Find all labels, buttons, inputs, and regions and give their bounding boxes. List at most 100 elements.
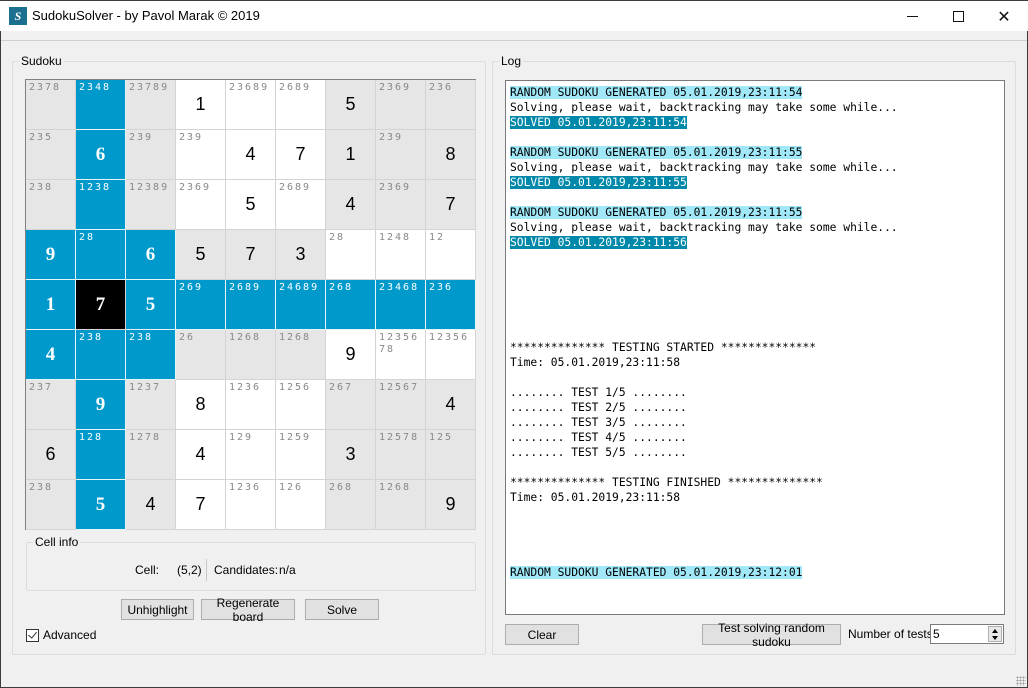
sudoku-cell[interactable]: 4 (26, 330, 76, 380)
sudoku-cell[interactable]: 8 (426, 130, 476, 180)
sudoku-cell[interactable]: 23789 (126, 80, 176, 130)
sudoku-cell[interactable]: 268 (326, 480, 376, 530)
sudoku-cell[interactable]: 6 (126, 230, 176, 280)
sudoku-cell[interactable]: 238 (126, 330, 176, 380)
spin-down-icon[interactable] (992, 636, 998, 640)
sudoku-cell[interactable]: 1256 (276, 380, 326, 430)
sudoku-cell[interactable]: 7 (426, 180, 476, 230)
spin-up-icon[interactable] (992, 629, 998, 633)
sudoku-cell[interactable]: 9 (326, 330, 376, 380)
cell-candidates: 268 (329, 482, 354, 493)
sudoku-cell[interactable]: 12389 (126, 180, 176, 230)
sudoku-cell[interactable]: 6 (76, 130, 126, 180)
maximize-button[interactable] (935, 1, 981, 32)
sudoku-cell[interactable]: 9 (76, 380, 126, 430)
advanced-checkbox[interactable] (26, 628, 39, 642)
sudoku-cell[interactable]: 2689 (226, 280, 276, 330)
sudoku-cell[interactable]: 1268 (376, 480, 426, 530)
sudoku-cell[interactable]: 239 (126, 130, 176, 180)
sudoku-cell[interactable]: 1 (326, 130, 376, 180)
sudoku-cell[interactable]: 239 (176, 130, 226, 180)
sudoku-cell[interactable]: 1 (176, 80, 226, 130)
sudoku-cell[interactable]: 2348 (76, 80, 126, 130)
sudoku-cell[interactable]: 5 (176, 230, 226, 280)
sudoku-cell[interactable]: 23689 (226, 80, 276, 130)
sudoku-cell[interactable]: 238 (26, 480, 76, 530)
clear-log-button[interactable]: Clear (505, 624, 579, 645)
sudoku-cell[interactable]: 1 (26, 280, 76, 330)
sudoku-cell[interactable]: 238 (26, 180, 76, 230)
sudoku-cell[interactable]: 268 (326, 280, 376, 330)
regenerate-board-button[interactable]: Regenerate board (201, 596, 295, 624)
close-button[interactable]: ✕ (981, 1, 1027, 32)
solve-button[interactable]: Solve (305, 599, 379, 620)
number-of-tests-spinbox[interactable] (930, 624, 1004, 644)
sudoku-cell[interactable]: 3 (276, 230, 326, 280)
sudoku-cell[interactable]: 28 (326, 230, 376, 280)
sudoku-cell[interactable]: 125 (426, 430, 476, 480)
sudoku-cell[interactable]: 238 (76, 330, 126, 380)
sudoku-cell[interactable]: 3 (326, 430, 376, 480)
sudoku-cell[interactable]: 2369 (376, 180, 426, 230)
sudoku-cell[interactable]: 28 (76, 230, 126, 280)
log-line: Solving, please wait, backtracking may t… (510, 100, 1000, 115)
sudoku-cell[interactable]: 4 (326, 180, 376, 230)
sudoku-cell[interactable]: 23468 (376, 280, 426, 330)
sudoku-cell[interactable]: 4 (226, 130, 276, 180)
sudoku-cell[interactable]: 9 (26, 230, 76, 280)
sudoku-cell[interactable]: 1238 (76, 180, 126, 230)
sudoku-cell[interactable]: 1236 (226, 480, 276, 530)
sudoku-cell[interactable]: 4 (426, 380, 476, 430)
log-textarea[interactable]: RANDOM SUDOKU GENERATED 05.01.2019,23:11… (505, 80, 1005, 615)
sudoku-cell[interactable]: 5 (326, 80, 376, 130)
sudoku-cell[interactable]: 1237 (126, 380, 176, 430)
sudoku-cell[interactable]: 12 (426, 230, 476, 280)
sudoku-cell[interactable]: 239 (376, 130, 426, 180)
sudoku-cell[interactable]: 5 (226, 180, 276, 230)
sudoku-cell[interactable]: 12356 (426, 330, 476, 380)
sudoku-cell[interactable]: 1236 (226, 380, 276, 430)
sudoku-cell[interactable]: 26 (176, 330, 226, 380)
sudoku-cell[interactable]: 4 (126, 480, 176, 530)
sudoku-cell[interactable]: 4 (176, 430, 226, 480)
minimize-button[interactable] (889, 1, 935, 32)
sudoku-cell[interactable]: 236 (426, 280, 476, 330)
advanced-label[interactable]: Advanced (43, 628, 96, 642)
sudoku-cell[interactable]: 2689 (276, 80, 326, 130)
sudoku-cell[interactable]: 2369 (376, 80, 426, 130)
sudoku-cell[interactable]: 126 (276, 480, 326, 530)
sudoku-cell[interactable]: 5 (76, 480, 126, 530)
sudoku-cell[interactable]: 24689 (276, 280, 326, 330)
test-solving-button[interactable]: Test solving random sudoku (702, 621, 841, 649)
unhighlight-button[interactable]: Unhighlight (121, 599, 194, 620)
sudoku-cell[interactable]: 2689 (276, 180, 326, 230)
number-of-tests-input[interactable] (933, 627, 983, 641)
sudoku-cell[interactable]: 8 (176, 380, 226, 430)
sudoku-cell[interactable]: 6 (26, 430, 76, 480)
sudoku-cell[interactable]: 5 (126, 280, 176, 330)
sudoku-cell[interactable]: 237 (26, 380, 76, 430)
sudoku-cell[interactable]: 236 (426, 80, 476, 130)
resize-grip-icon[interactable] (1016, 676, 1026, 686)
sudoku-cell[interactable]: 1235678 (376, 330, 426, 380)
sudoku-cell[interactable]: 1248 (376, 230, 426, 280)
sudoku-cell[interactable]: 7 (176, 480, 226, 530)
sudoku-cell[interactable]: 1268 (276, 330, 326, 380)
sudoku-cell[interactable]: 1268 (226, 330, 276, 380)
sudoku-cell[interactable]: 2369 (176, 180, 226, 230)
sudoku-cell[interactable]: 7 (76, 280, 126, 330)
sudoku-cell[interactable]: 7 (276, 130, 326, 180)
sudoku-cell[interactable]: 1259 (276, 430, 326, 480)
sudoku-cell[interactable]: 12567 (376, 380, 426, 430)
sudoku-cell[interactable]: 129 (226, 430, 276, 480)
sudoku-cell[interactable]: 1278 (126, 430, 176, 480)
sudoku-cell[interactable]: 2378 (26, 80, 76, 130)
sudoku-cell[interactable]: 267 (326, 380, 376, 430)
cell-candidates: 236 (429, 82, 454, 93)
sudoku-cell[interactable]: 128 (76, 430, 126, 480)
sudoku-cell[interactable]: 7 (226, 230, 276, 280)
sudoku-cell[interactable]: 235 (26, 130, 76, 180)
sudoku-cell[interactable]: 9 (426, 480, 476, 530)
sudoku-cell[interactable]: 12578 (376, 430, 426, 480)
sudoku-cell[interactable]: 269 (176, 280, 226, 330)
